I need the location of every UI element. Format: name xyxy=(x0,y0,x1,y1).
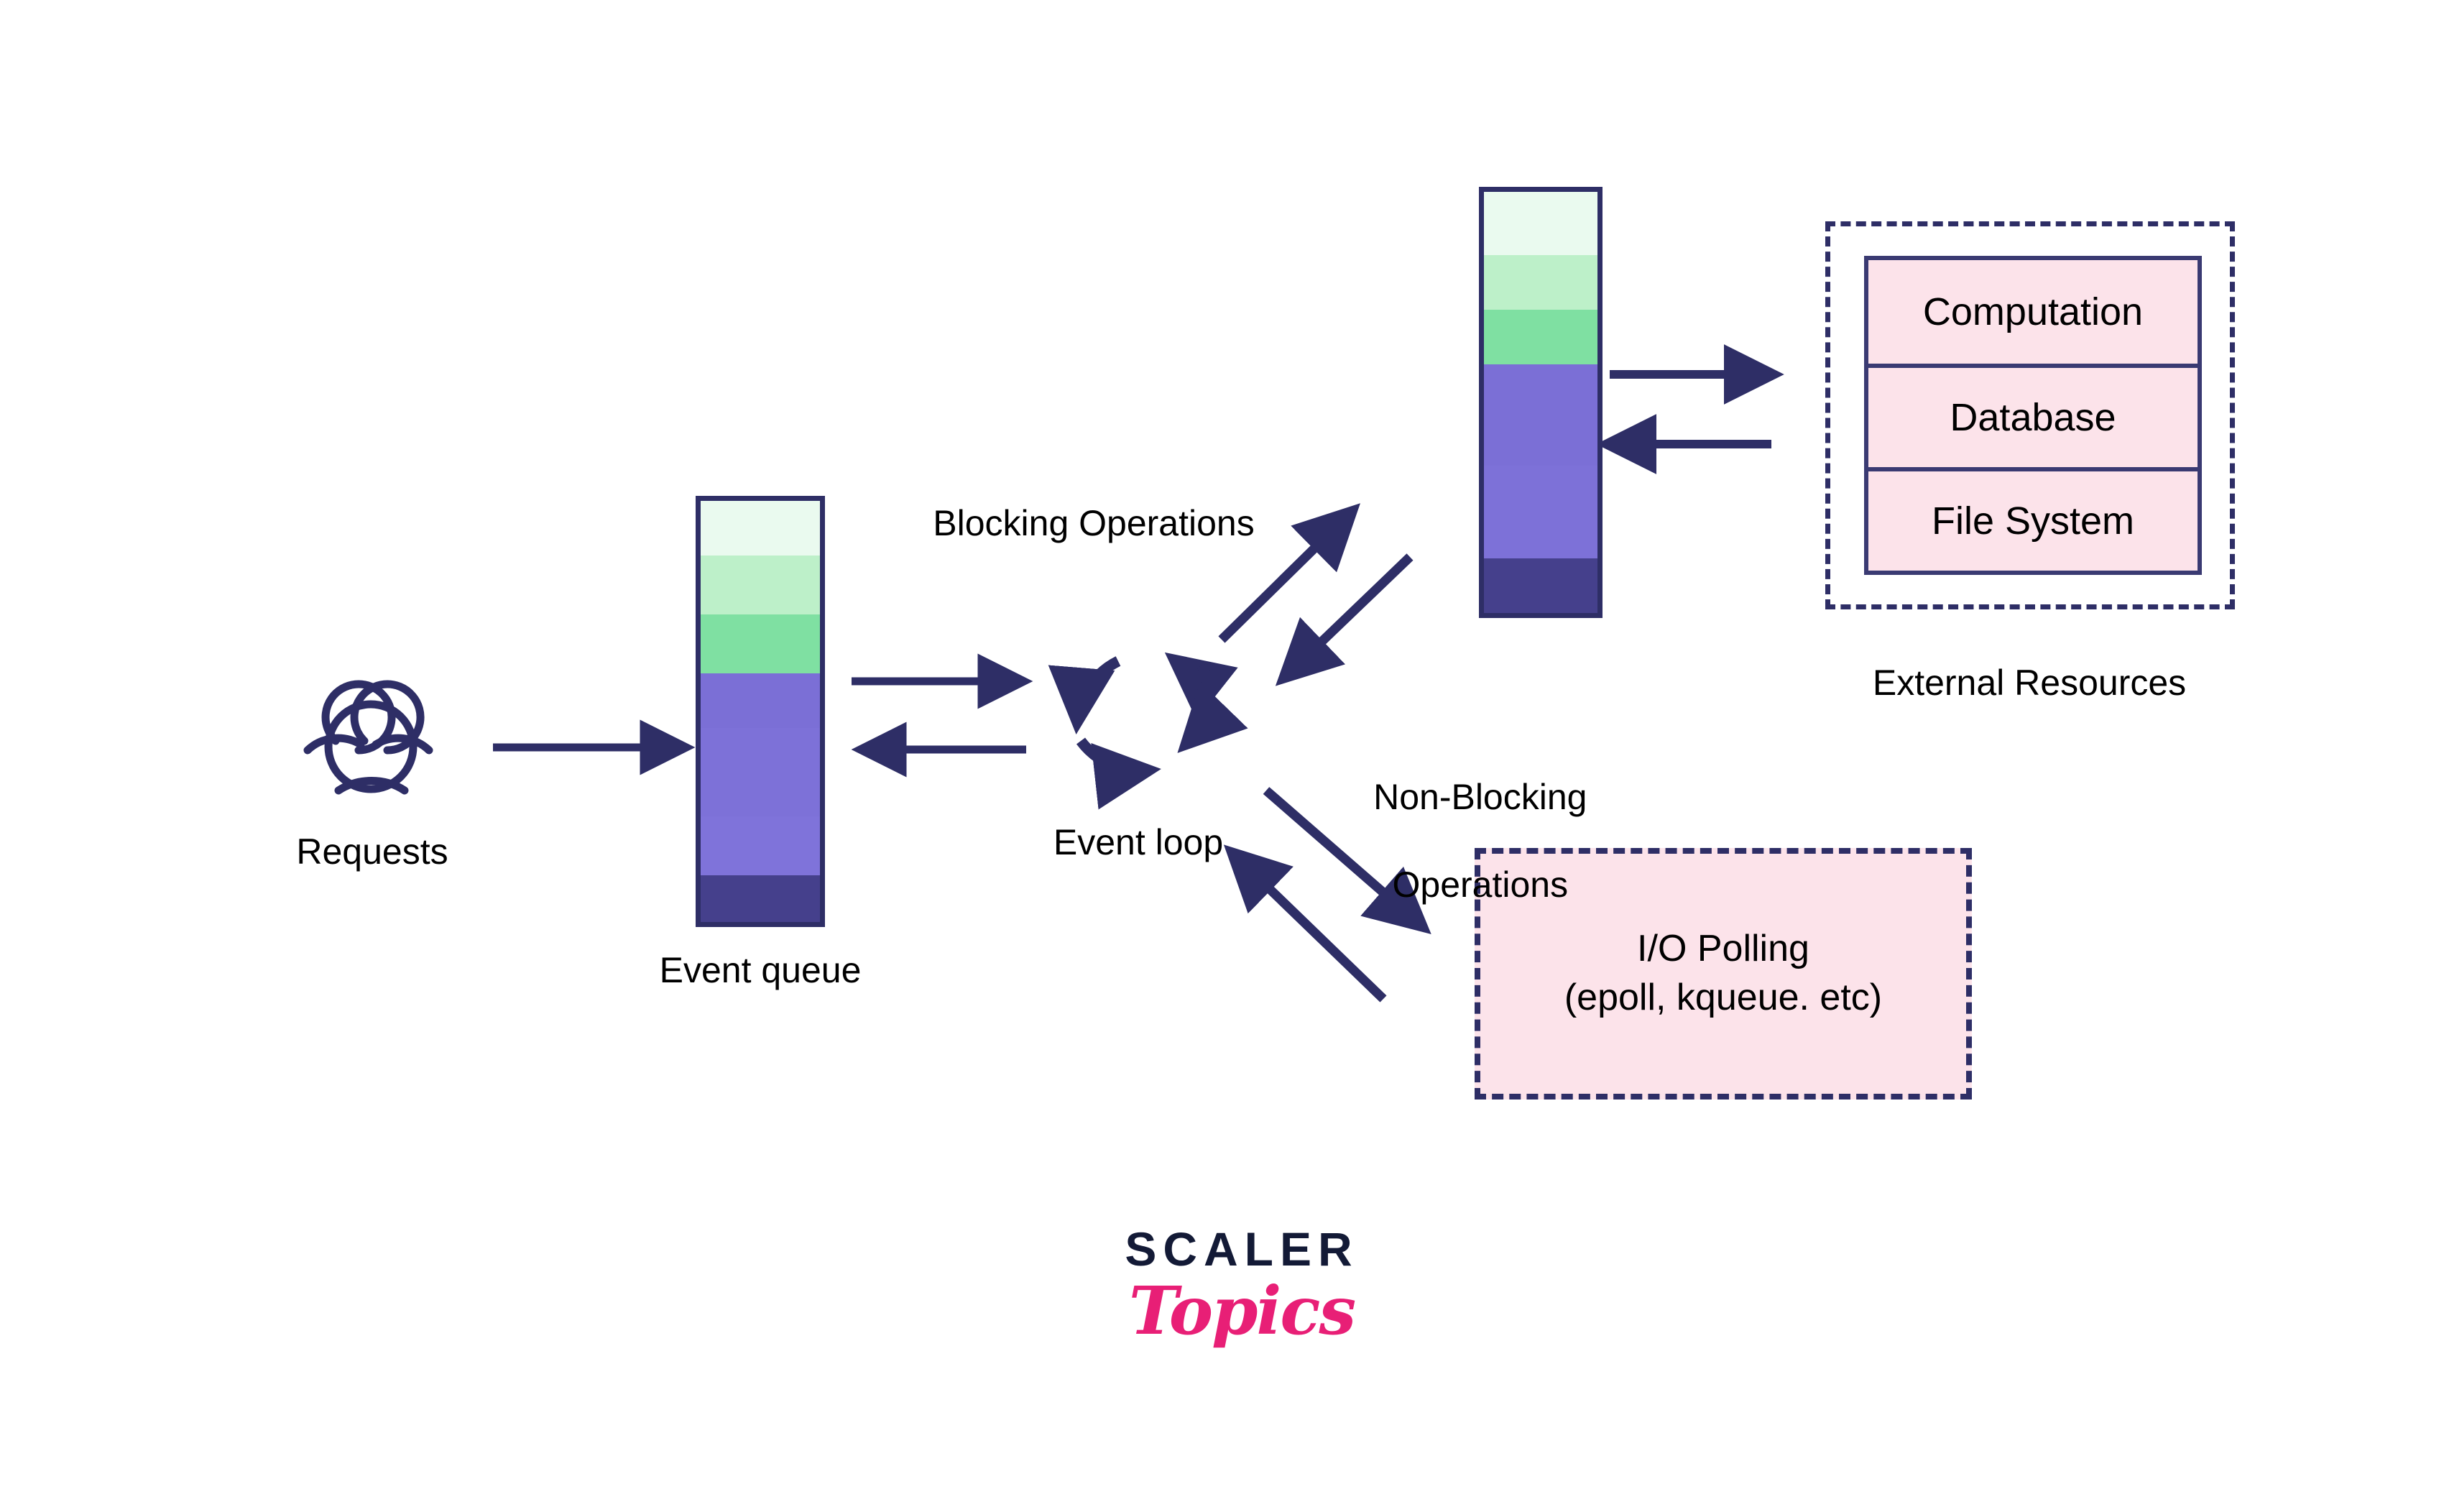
event-queue-segment xyxy=(701,556,820,615)
scaler-topics-logo: SCALER Topics xyxy=(1125,1222,1358,1350)
non-blocking-line2: Operations xyxy=(1392,865,1569,905)
worker-queue-segment xyxy=(1484,192,1597,255)
non-blocking-operations-label: Non-Blocking Operations xyxy=(1334,732,1587,951)
event-queue-segment xyxy=(701,816,820,876)
diagram-canvas: Computation Database File System Externa… xyxy=(0,0,2444,1512)
circular-arrows-icon xyxy=(1048,652,1248,810)
event-queue-segment xyxy=(701,875,820,922)
event-queue-segment xyxy=(701,673,820,729)
event-queue-segment xyxy=(701,501,820,556)
requests-label: Requests xyxy=(296,831,448,872)
resource-item-file-system[interactable]: File System xyxy=(1868,467,2198,571)
event-queue-segment xyxy=(701,614,820,674)
worker-queue-segment xyxy=(1484,254,1597,310)
external-resources-stack: Computation Database File System xyxy=(1864,256,2202,575)
event-queue-segment xyxy=(701,728,820,817)
non-blocking-line1: Non-Blocking xyxy=(1373,777,1587,817)
logo-scaler-text: SCALER xyxy=(1125,1222,1359,1276)
resource-item-computation[interactable]: Computation xyxy=(1868,260,2198,364)
event-queue-bar xyxy=(696,496,825,927)
worker-queue-segment xyxy=(1484,364,1597,466)
worker-queue-segment xyxy=(1484,310,1597,365)
io-polling-line2: (epoll, kqueue. etc) xyxy=(1564,977,1883,1018)
blocking-operations-label: Blocking Operations xyxy=(933,503,1255,543)
event-loop-label: Event loop xyxy=(1053,822,1224,862)
logo-topics-text: Topics xyxy=(1128,1272,1356,1350)
external-resources-caption: External Resources xyxy=(1872,663,2187,703)
event-queue-label: Event queue xyxy=(659,950,862,990)
io-polling-line1: I/O Polling xyxy=(1637,928,1809,970)
worker-queue-bar xyxy=(1479,187,1603,618)
arrow-worker-to-loop xyxy=(1275,553,1414,686)
resource-item-database[interactable]: Database xyxy=(1868,364,2198,467)
worker-queue-segment xyxy=(1484,558,1597,613)
worker-queue-segment xyxy=(1484,465,1597,558)
users-group-icon xyxy=(303,680,433,795)
